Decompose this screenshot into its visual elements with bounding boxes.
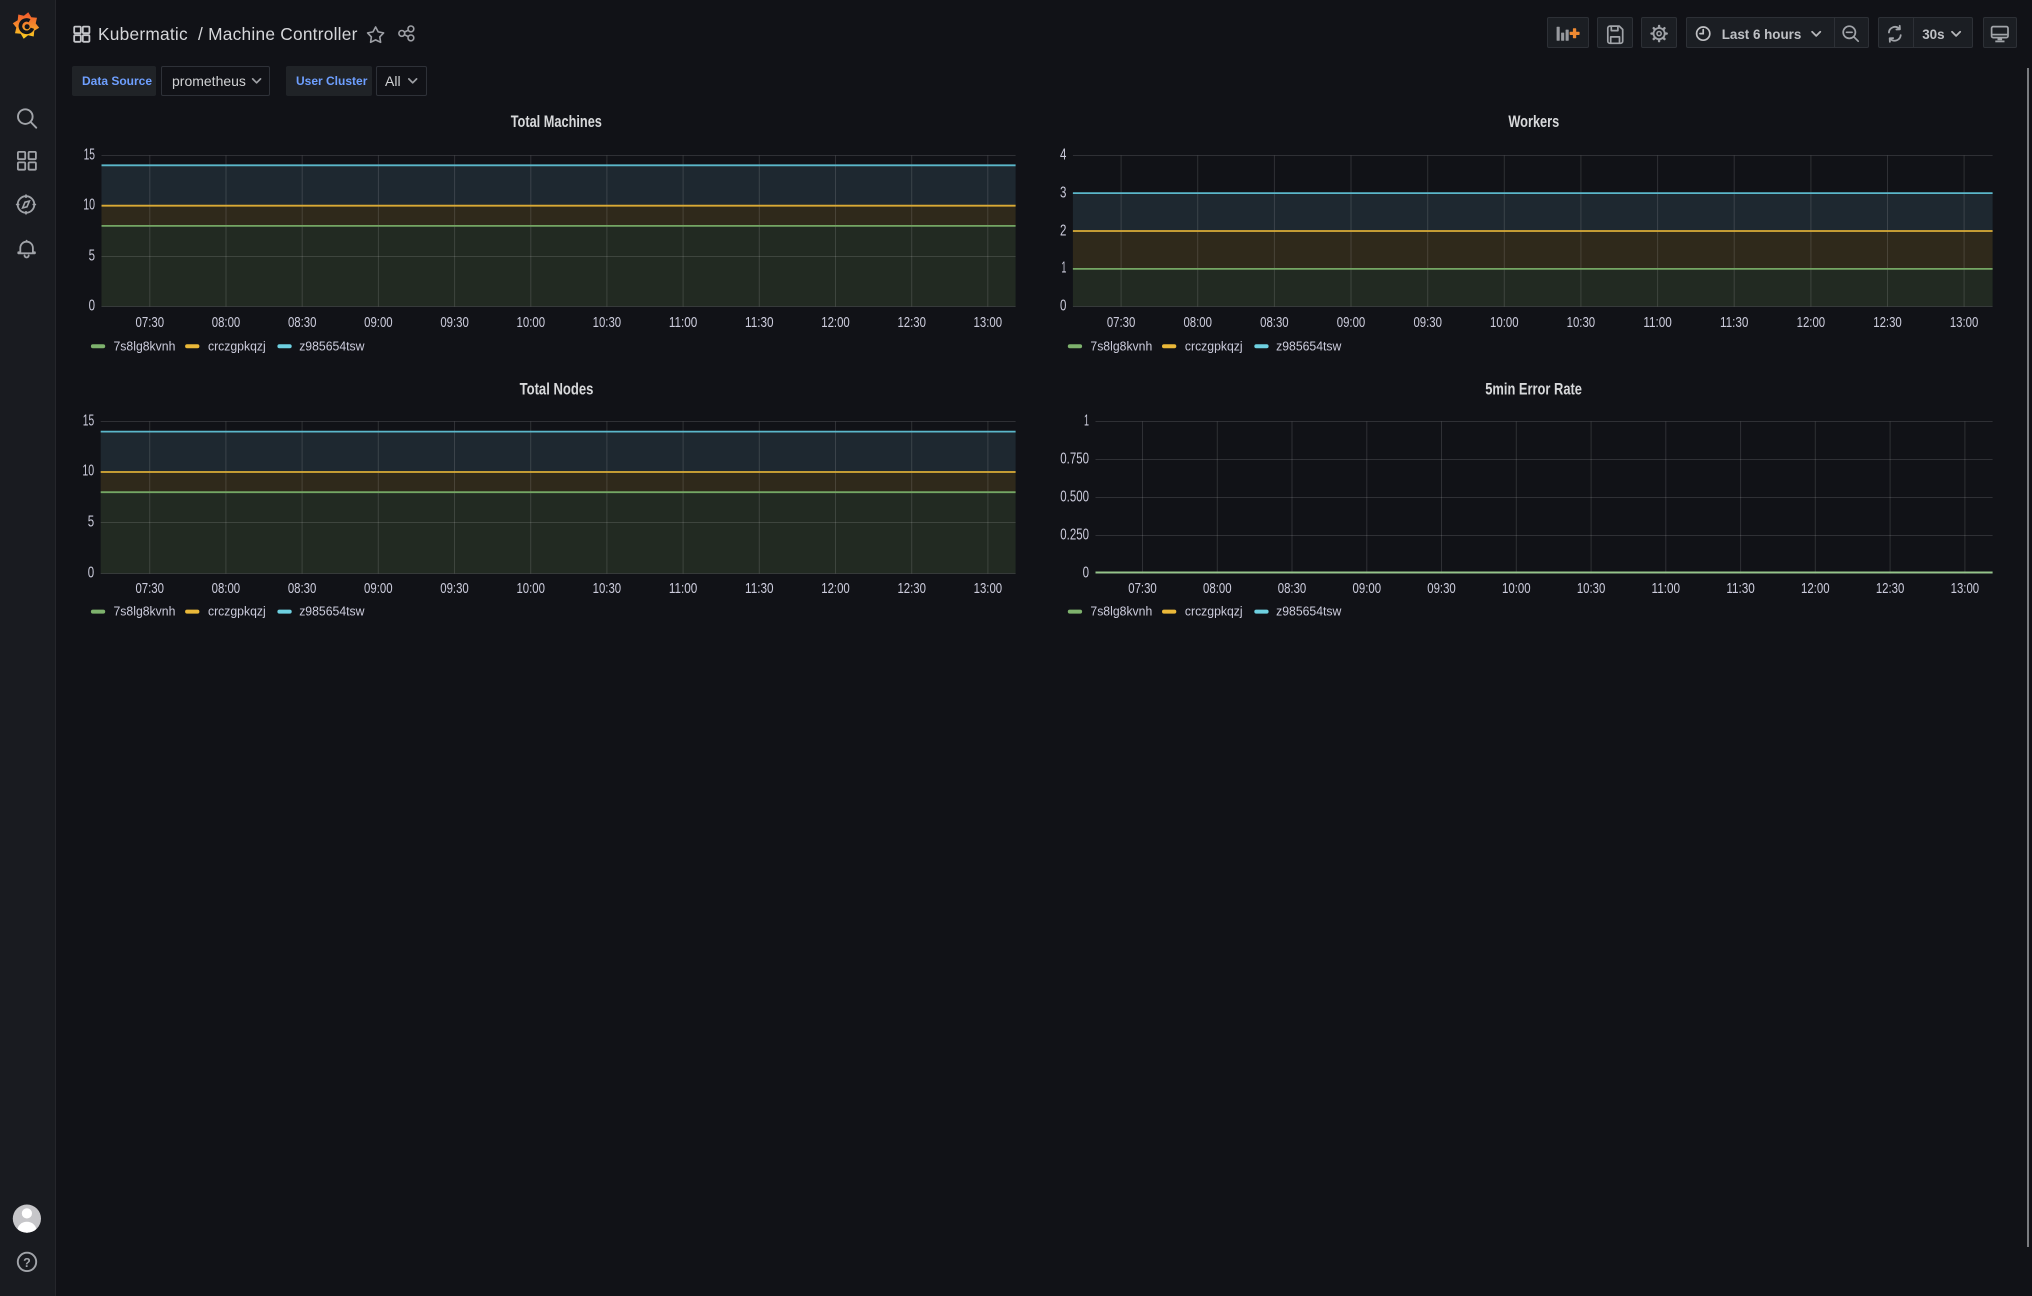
svg-text:10: 10 (82, 463, 94, 480)
svg-text:13:00: 13:00 (1950, 314, 1979, 331)
svg-text:12:00: 12:00 (821, 580, 850, 597)
svg-text:11:00: 11:00 (669, 314, 698, 331)
svg-text:08:30: 08:30 (1278, 580, 1307, 597)
svg-text:12:30: 12:30 (897, 580, 926, 597)
svg-text:12:30: 12:30 (897, 314, 926, 331)
svg-text:12:00: 12:00 (1801, 580, 1830, 597)
svg-text:09:00: 09:00 (364, 580, 393, 597)
svg-text:12:30: 12:30 (1876, 580, 1905, 597)
svg-text:0: 0 (1083, 565, 1090, 582)
svg-text:07:30: 07:30 (135, 580, 164, 597)
svg-text:09:00: 09:00 (364, 314, 393, 331)
svg-text:08:00: 08:00 (212, 314, 241, 331)
svg-text:5min Error Rate: 5min Error Rate (1485, 381, 1582, 399)
svg-text:15: 15 (84, 147, 95, 164)
svg-text:z985654tsw: z985654tsw (299, 338, 365, 353)
svg-text:7s8lg8kvnh: 7s8lg8kvnh (114, 338, 176, 353)
svg-text:13:00: 13:00 (1951, 580, 1980, 597)
svg-text:11:30: 11:30 (745, 314, 774, 331)
svg-text:08:30: 08:30 (1260, 314, 1289, 331)
svg-text:08:30: 08:30 (288, 580, 317, 597)
svg-text:10:00: 10:00 (1502, 580, 1531, 597)
svg-text:10:30: 10:30 (1577, 580, 1606, 597)
svg-text:Total Nodes: Total Nodes (520, 381, 594, 399)
svg-text:07:30: 07:30 (1128, 580, 1157, 597)
svg-text:08:30: 08:30 (288, 314, 317, 331)
svg-text:z985654tsw: z985654tsw (299, 604, 365, 619)
svg-text:09:00: 09:00 (1337, 314, 1366, 331)
svg-text:1: 1 (1084, 413, 1089, 430)
svg-text:09:00: 09:00 (1353, 580, 1382, 597)
svg-text:08:00: 08:00 (212, 580, 241, 597)
svg-text:5: 5 (88, 514, 94, 531)
svg-text:Workers: Workers (1508, 113, 1559, 131)
svg-text:1: 1 (1061, 260, 1066, 277)
svg-text:09:30: 09:30 (440, 314, 469, 331)
svg-text:12:30: 12:30 (1873, 314, 1902, 331)
svg-text:z985654tsw: z985654tsw (1276, 604, 1342, 619)
svg-text:08:00: 08:00 (1203, 580, 1232, 597)
svg-text:Total Machines: Total Machines (511, 113, 602, 131)
svg-text:0: 0 (88, 565, 95, 582)
svg-text:0: 0 (89, 298, 96, 315)
svg-text:z985654tsw: z985654tsw (1276, 338, 1342, 353)
svg-text:2: 2 (1060, 223, 1066, 240)
svg-text:7s8lg8kvnh: 7s8lg8kvnh (1090, 604, 1152, 619)
svg-text:13:00: 13:00 (974, 580, 1003, 597)
svg-text:7s8lg8kvnh: 7s8lg8kvnh (114, 604, 176, 619)
svg-text:12:00: 12:00 (1797, 314, 1826, 331)
svg-text:15: 15 (83, 413, 94, 430)
svg-text:10: 10 (83, 197, 95, 214)
svg-text:10:00: 10:00 (516, 580, 545, 597)
svg-text:10:00: 10:00 (1490, 314, 1519, 331)
svg-text:crczgpkqzj: crczgpkqzj (208, 338, 266, 353)
svg-text:11:00: 11:00 (1643, 314, 1672, 331)
svg-text:11:00: 11:00 (1652, 580, 1681, 597)
svg-text:crczgpkqzj: crczgpkqzj (1185, 338, 1243, 353)
svg-text:crczgpkqzj: crczgpkqzj (208, 604, 266, 619)
svg-text:0.750: 0.750 (1060, 451, 1089, 468)
svg-text:07:30: 07:30 (136, 314, 165, 331)
svg-text:08:00: 08:00 (1183, 314, 1212, 331)
svg-text:11:30: 11:30 (745, 580, 774, 597)
svg-text:0: 0 (1060, 298, 1067, 315)
svg-text:0.250: 0.250 (1060, 527, 1089, 544)
svg-text:?: ? (23, 1256, 31, 1270)
svg-text:09:30: 09:30 (1413, 314, 1442, 331)
svg-text:3: 3 (1060, 185, 1066, 202)
svg-text:11:00: 11:00 (669, 580, 698, 597)
svg-text:5: 5 (89, 248, 95, 265)
svg-text:10:00: 10:00 (517, 314, 546, 331)
svg-text:7s8lg8kvnh: 7s8lg8kvnh (1090, 338, 1152, 353)
svg-text:crczgpkqzj: crczgpkqzj (1185, 604, 1243, 619)
svg-text:12:00: 12:00 (821, 314, 850, 331)
svg-text:11:30: 11:30 (1720, 314, 1749, 331)
svg-text:10:30: 10:30 (1567, 314, 1596, 331)
svg-text:10:30: 10:30 (593, 580, 622, 597)
svg-text:10:30: 10:30 (593, 314, 622, 331)
svg-text:0.500: 0.500 (1060, 489, 1089, 506)
svg-text:09:30: 09:30 (1427, 580, 1456, 597)
svg-text:07:30: 07:30 (1107, 314, 1136, 331)
svg-text:11:30: 11:30 (1726, 580, 1755, 597)
svg-text:13:00: 13:00 (974, 314, 1003, 331)
svg-text:09:30: 09:30 (440, 580, 469, 597)
svg-text:4: 4 (1060, 147, 1067, 164)
